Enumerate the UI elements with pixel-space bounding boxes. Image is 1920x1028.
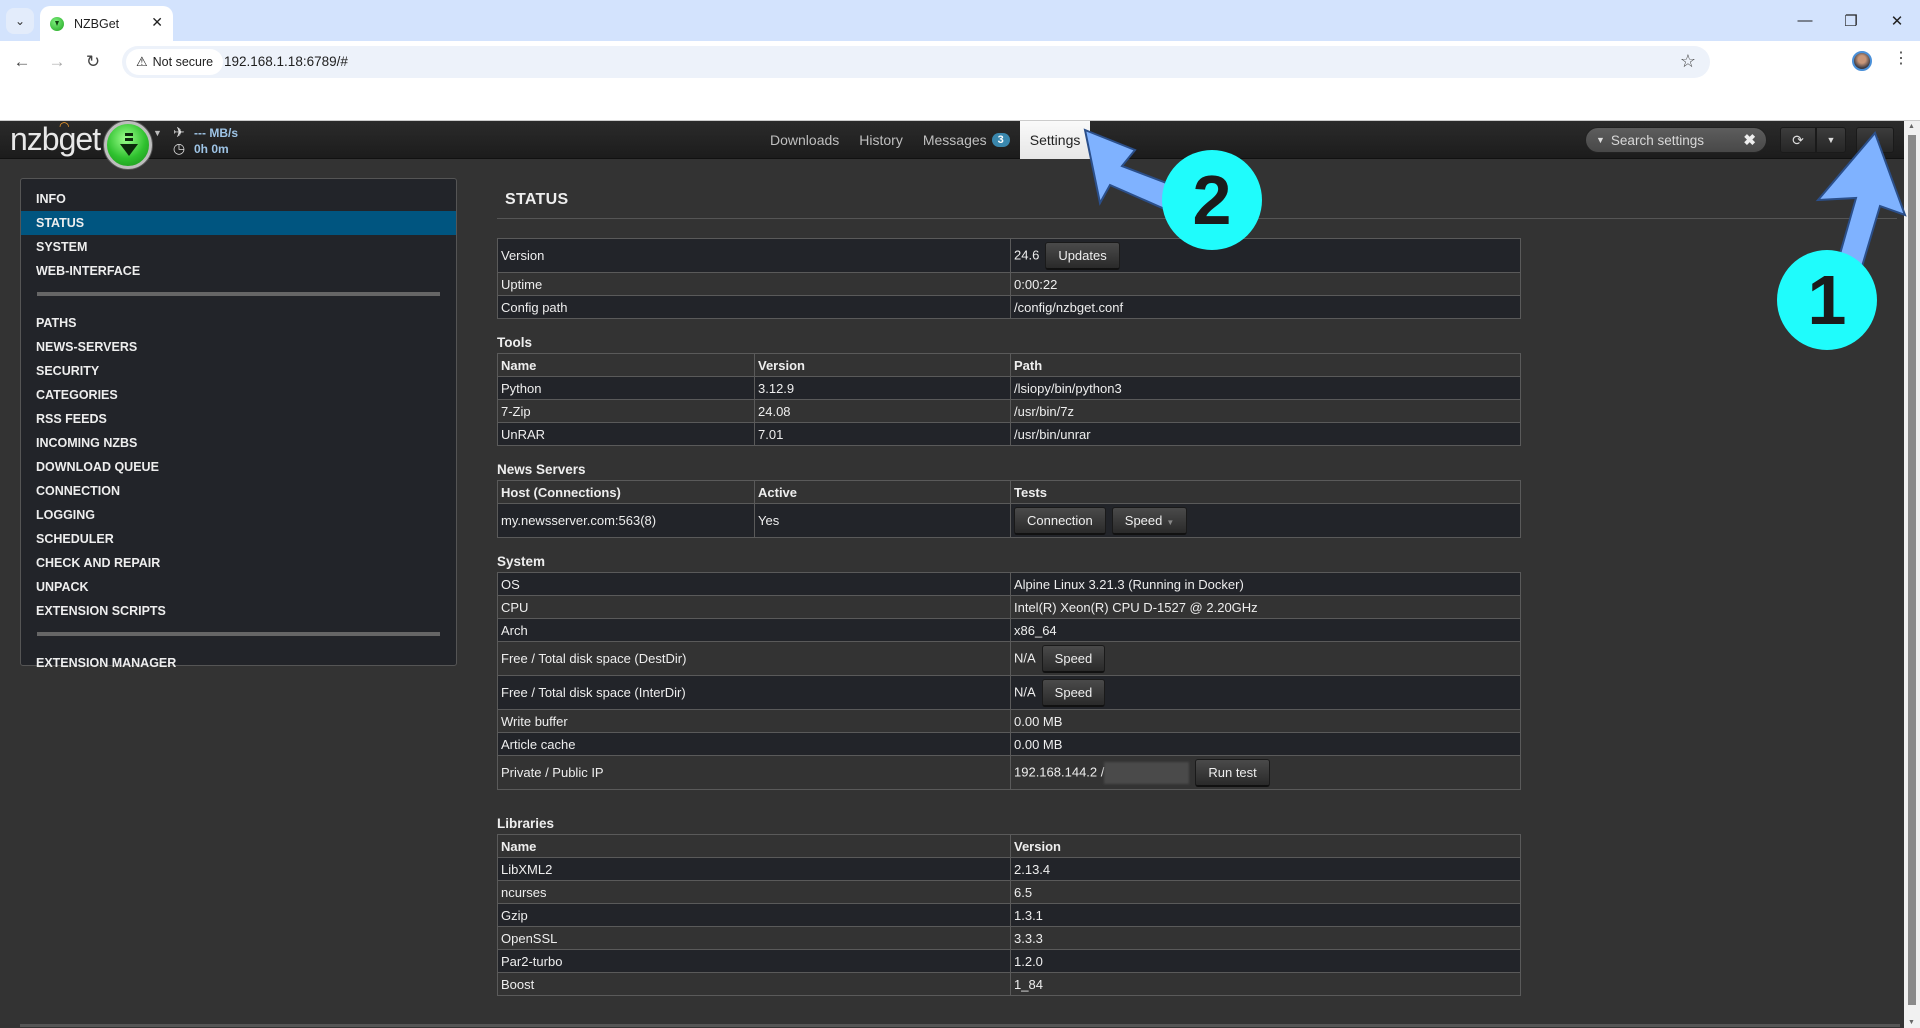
callout-2: 2 xyxy=(1162,150,1262,250)
callout-1: 1 xyxy=(1777,250,1877,350)
annotation-arrows xyxy=(1083,128,1907,292)
